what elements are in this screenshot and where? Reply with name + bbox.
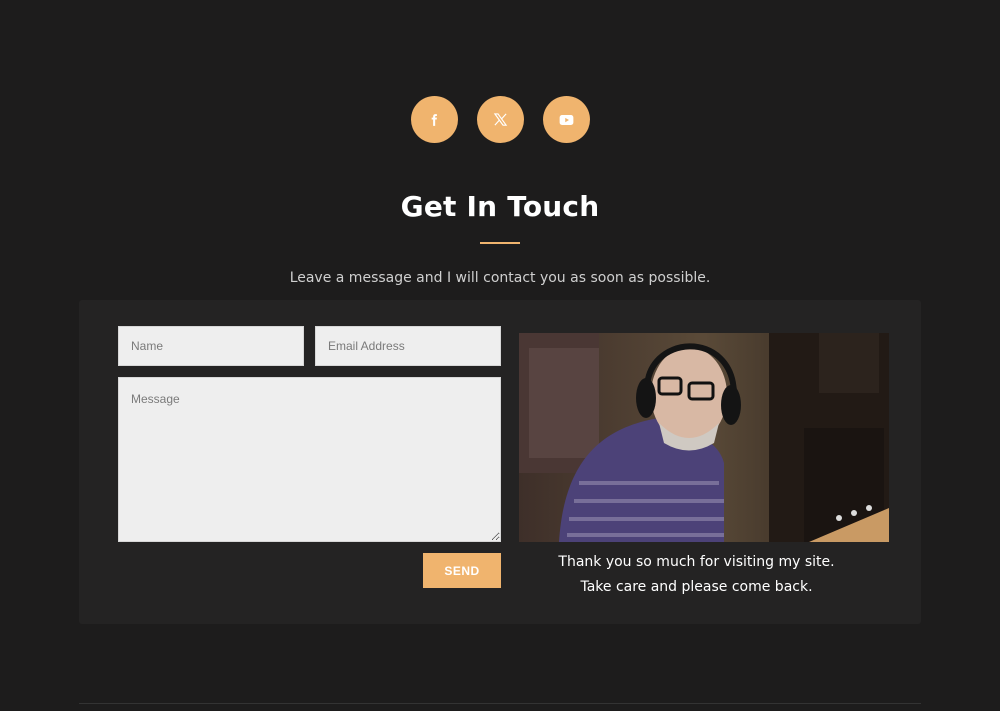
- thank-you-line-2: Take care and please come back.: [580, 579, 813, 595]
- youtube-icon: [559, 114, 574, 126]
- facebook-icon: [427, 113, 441, 127]
- email-field[interactable]: [315, 326, 501, 366]
- x-twitter-link[interactable]: [476, 96, 524, 143]
- x-twitter-icon: [493, 112, 508, 127]
- page-subtitle: Leave a message and I will contact you a…: [289, 270, 711, 286]
- name-field[interactable]: [118, 326, 304, 366]
- thank-you-line-1: Thank you so much for visiting my site.: [558, 554, 835, 570]
- page-title: Get In Touch: [400, 190, 600, 223]
- social-links: [0, 96, 1000, 143]
- message-field[interactable]: [118, 377, 501, 542]
- footer-divider: [79, 703, 921, 704]
- facebook-link[interactable]: [410, 96, 458, 143]
- thank-you-message: Thank you so much for visiting my site. …: [519, 550, 874, 600]
- contact-page: Get In Touch Leave a message and I will …: [0, 0, 1000, 711]
- title-underline: [480, 242, 520, 244]
- youtube-link[interactable]: [542, 96, 590, 143]
- send-button[interactable]: SEND: [423, 553, 501, 588]
- contact-panel: SEND: [79, 300, 921, 624]
- profile-photo: [519, 333, 889, 542]
